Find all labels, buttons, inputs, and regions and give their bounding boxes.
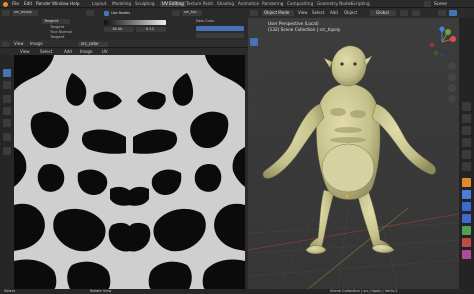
image-selector-name: src_hip [184,10,197,14]
global-label: Global [376,10,389,15]
scene-label[interactable]: Scene [434,1,447,6]
uv-menu-uv[interactable]: UV [102,49,108,54]
object-name: src_hipoly [14,10,32,14]
image-type-icon[interactable] [86,10,94,16]
properties-tab-strip [459,18,474,289]
uv-menu-select[interactable]: Select [40,49,52,54]
tab-compositing[interactable]: Compositing [287,1,313,6]
viewport-header: Object Mode View Select Add Object Globa… [248,8,466,18]
vp-menu-add[interactable]: Add [330,11,338,15]
scene-properties-icon[interactable] [462,150,471,159]
object-properties-icon[interactable] [462,178,471,187]
snap-icon[interactable] [400,10,408,16]
tab-scripting[interactable]: Scripting [351,1,370,6]
uv-editor-type-icon[interactable] [2,41,9,47]
scale-tool-icon[interactable] [3,119,11,127]
status-bar: Select Rotate View Scene Collection | sr… [0,289,474,294]
modifier-properties-icon[interactable] [462,190,471,199]
world-properties-icon[interactable] [462,162,471,171]
normal-map-image [14,55,245,289]
data-properties-icon[interactable] [462,226,471,235]
texture-properties-icon[interactable] [462,250,471,259]
tab-layout[interactable]: Layout [92,1,106,6]
menu-render[interactable]: Render [36,1,51,6]
use-nodes-checkbox[interactable] [104,11,109,16]
uv-editor-header: View Image src_color [0,40,248,48]
proportional-icon[interactable] [412,10,420,16]
scene-selector-icon[interactable] [424,1,431,7]
uv-image-name: src_color [81,41,99,46]
status-info: Scene Collection | src_hipoly | Verts:1 [330,288,398,293]
new-color-label: New Color [196,19,215,23]
select-tool-icon[interactable] [3,69,11,77]
uv-view-label[interactable]: View [14,42,24,46]
move-tool-icon[interactable] [3,95,11,103]
tool-properties-icon[interactable] [462,102,471,111]
uv-menu-image[interactable]: Image [80,49,93,54]
top-menubar: File Edit Render Window Help Layout Mode… [0,0,474,8]
overlay-icon[interactable] [438,10,446,16]
rotate-tool-icon[interactable] [3,107,11,115]
render-properties-icon[interactable] [462,114,471,123]
material-properties-icon[interactable] [462,238,471,247]
blender-logo-icon[interactable] [3,1,8,7]
tab-texture-paint[interactable]: Texture Paint [186,1,213,6]
node-editor-icon[interactable] [172,10,180,16]
annotate-tool-icon[interactable] [3,147,11,155]
uv-menu-view[interactable]: View [20,49,30,54]
menu-window[interactable]: Window [52,1,69,6]
tab-geometry-nodes[interactable]: Geometry Nodes [317,1,352,6]
shading-solid-icon[interactable] [449,10,457,16]
transform-tool-icon[interactable] [3,133,11,141]
output-properties-icon[interactable] [462,126,471,135]
particles-icon[interactable] [462,202,471,211]
dropdown-value: Tangent [44,18,59,23]
uv-menu-add[interactable]: Add [64,49,72,54]
uv-image-label[interactable]: Image [30,42,43,46]
tab-modeling[interactable]: Modeling [112,1,131,6]
3d-viewport[interactable]: User Perspective (Local) (132) Scene Col… [248,18,459,289]
use-nodes-label: Use Nodes [111,10,131,15]
menu-help[interactable]: Help [70,1,80,6]
mode-label: Object Mode [264,10,290,15]
slider-2-value: 0.12 [146,26,155,31]
slot-row[interactable] [196,33,244,38]
cursor-tool-icon[interactable] [3,81,11,89]
status-select: Select [4,288,16,293]
uv-toolbar [0,55,14,289]
tab-rendering[interactable]: Rendering [262,1,283,6]
physics-icon[interactable] [462,214,471,223]
creature-model[interactable] [248,18,459,289]
menu-edit[interactable]: Edit [24,1,32,6]
status-rotate: Rotate View [90,288,112,293]
selected-slot[interactable] [196,26,244,31]
vp-menu-object[interactable]: Object [344,11,357,15]
menu-file[interactable]: File [12,1,19,6]
uv-menu-bar: View Select Add Image UV [0,48,248,55]
uv-image-canvas[interactable] [14,55,245,289]
vp-menu-view[interactable]: View [298,11,308,15]
vp-menu-select[interactable]: Select [312,11,324,15]
tab-shading[interactable]: Shading [217,1,234,6]
tab-uv-editing[interactable]: UV Editing [160,1,186,7]
editor-type-icon[interactable] [2,10,10,16]
tab-sculpting[interactable]: Sculpting [135,1,155,6]
slider-1-value: 16.00 [112,26,123,31]
color-ramp[interactable] [104,20,166,25]
view-layer-icon[interactable] [462,138,471,147]
viewport-editor-icon[interactable] [250,10,258,16]
tab-animation[interactable]: Animation [238,1,259,6]
object-origin-icon [345,194,349,198]
